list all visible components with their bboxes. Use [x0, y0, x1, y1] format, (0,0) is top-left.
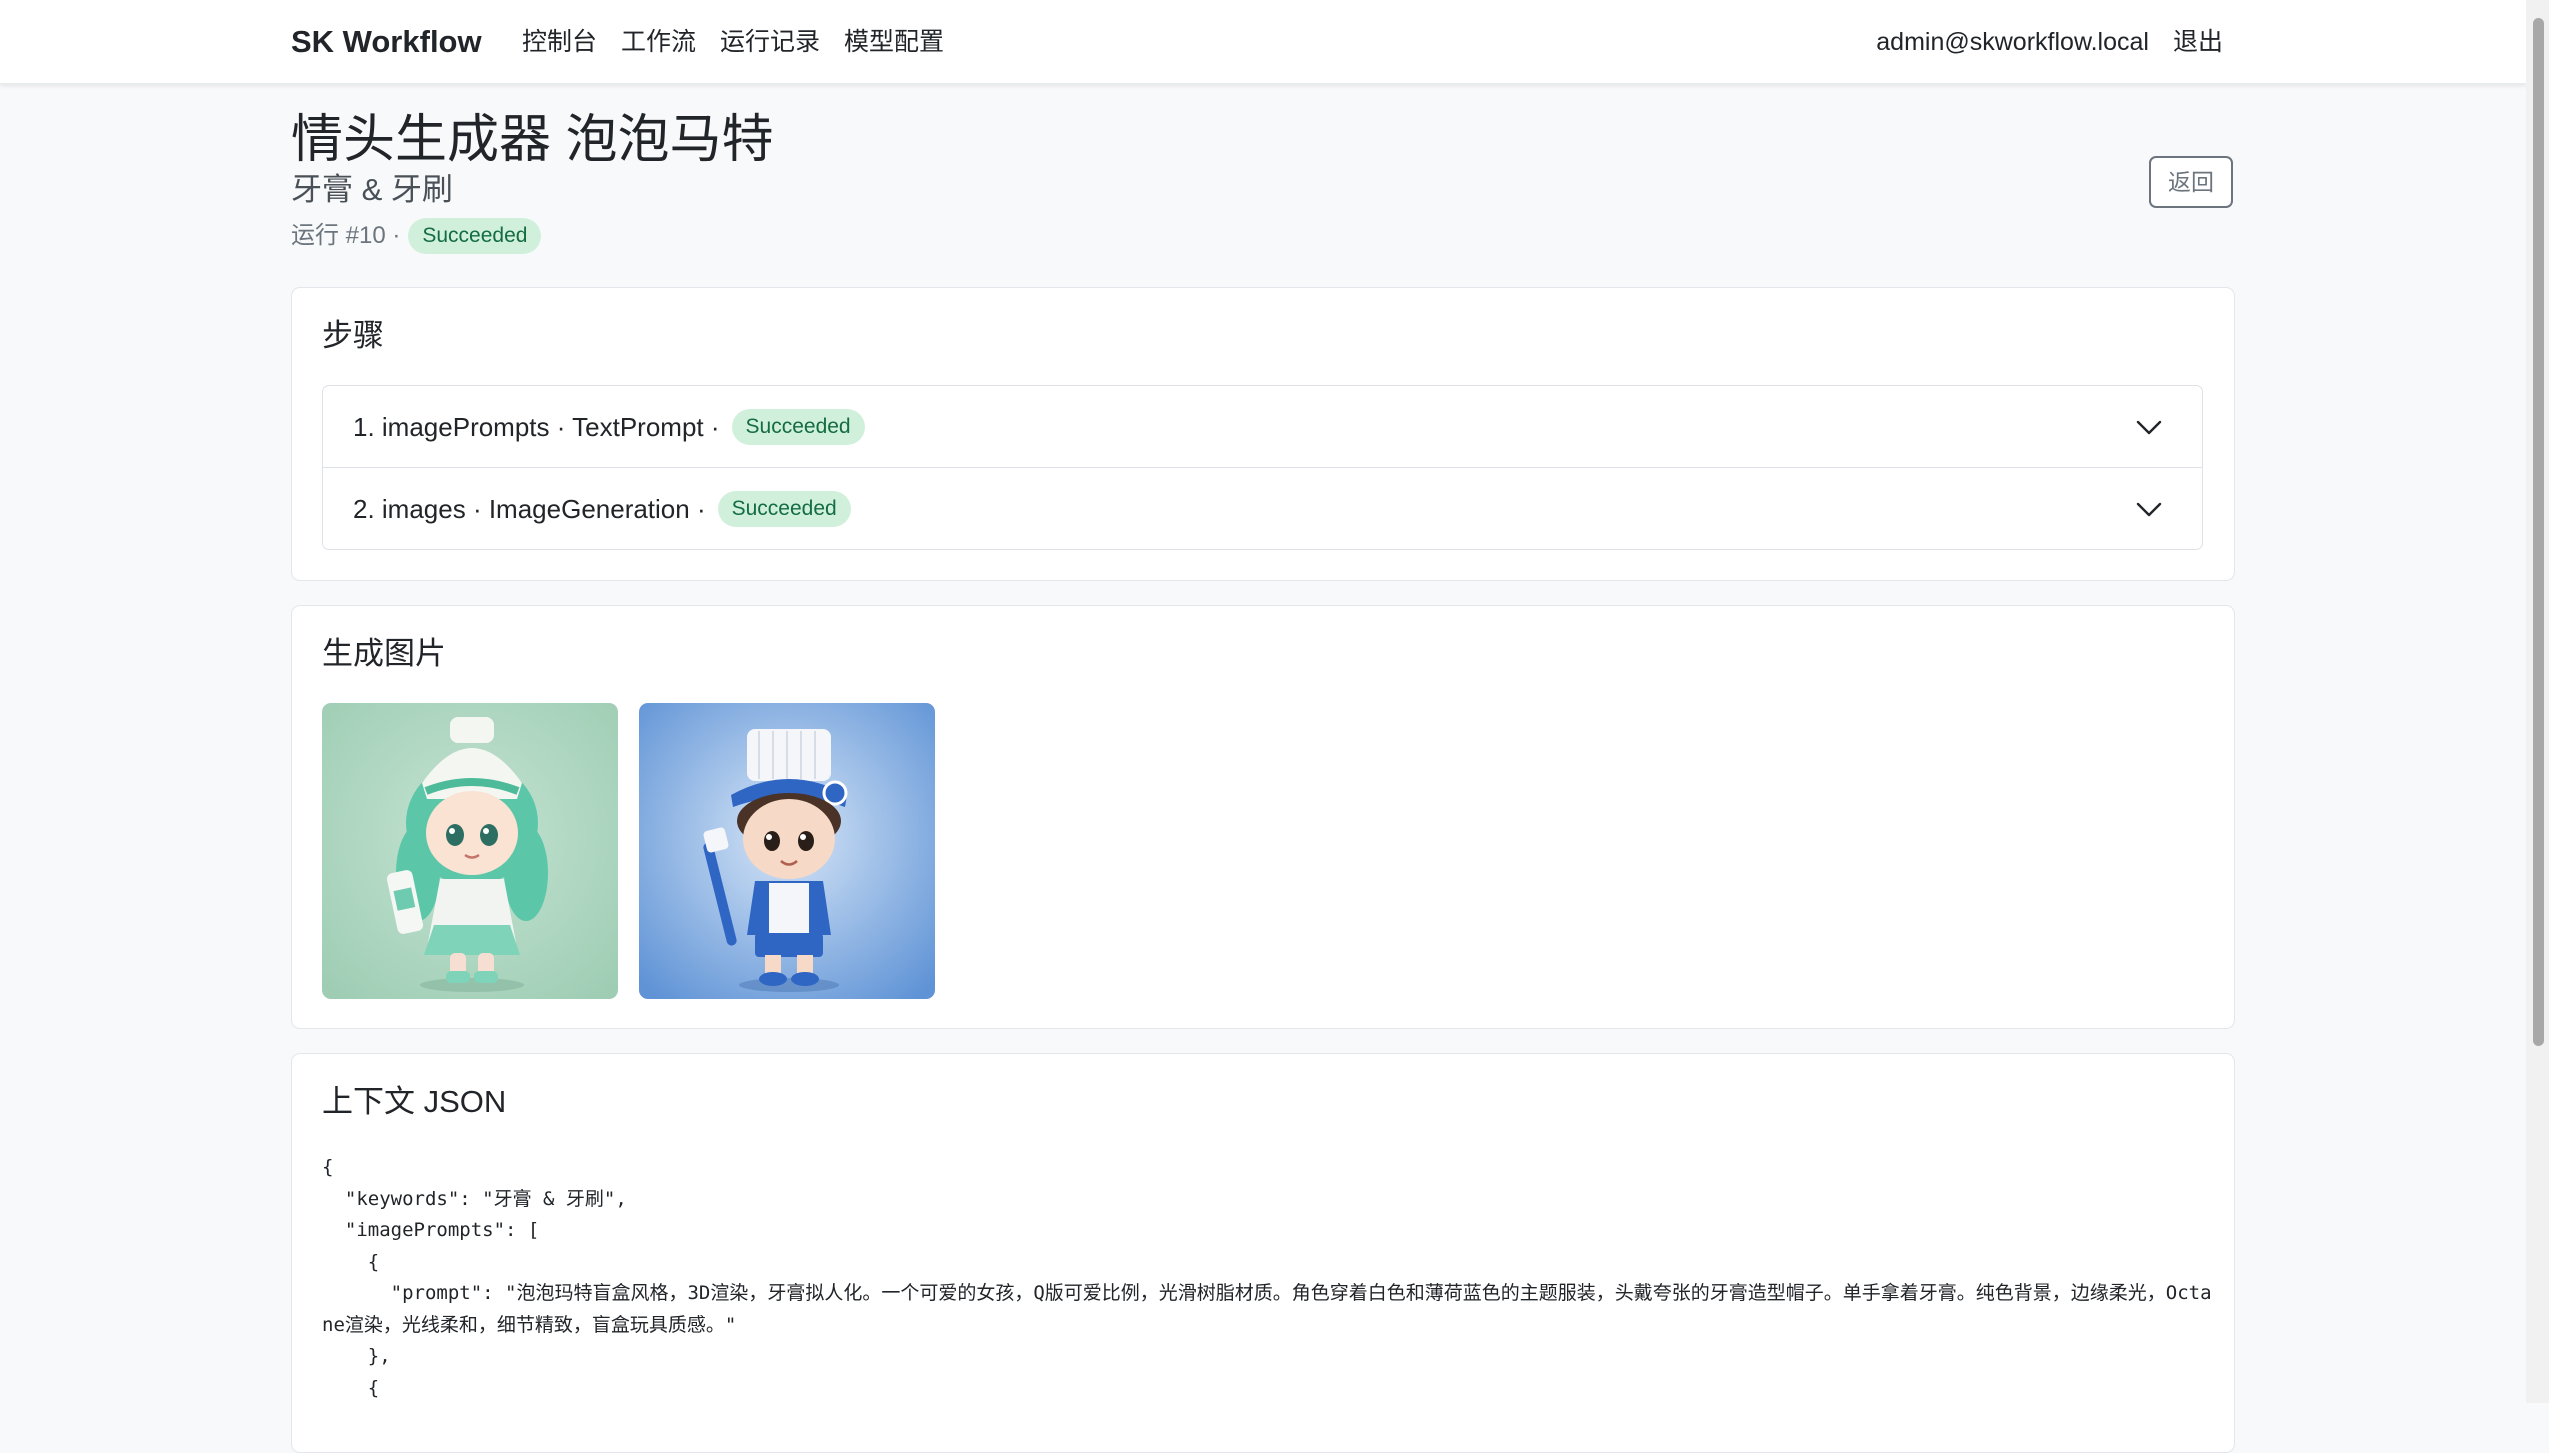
nav-link-workflows[interactable]: 工作流 — [621, 24, 696, 60]
step-label: 1. imagePrompts · TextPrompt · — [353, 411, 720, 442]
generated-images-card: 生成图片 — [291, 605, 2235, 1029]
page-subtitle: 牙膏 & 牙刷 — [291, 172, 453, 207]
scrollbar-thumb[interactable] — [2533, 18, 2544, 1046]
steps-card: 步骤 1. imagePrompts · TextPrompt · Succee… — [291, 287, 2235, 581]
step-status-badge: Succeeded — [731, 408, 865, 445]
page-scrollbar[interactable] — [2526, 0, 2549, 1403]
run-meta: 运行 #10 · Succeeded — [291, 218, 542, 254]
top-navbar: SK Workflow 控制台 工作流 运行记录 模型配置 admin@skwo… — [0, 0, 2526, 84]
user-area: admin@skworkflow.local 退出 — [1876, 24, 2223, 60]
status-badge: Succeeded — [408, 218, 542, 254]
steps-accordion: 1. imagePrompts · TextPrompt · Succeeded… — [322, 385, 2203, 550]
step-label: 2. images · ImageGeneration · — [353, 494, 706, 524]
nav-link-model-config[interactable]: 模型配置 — [844, 24, 944, 60]
logout-link[interactable]: 退出 — [2173, 24, 2223, 60]
step-status-badge: Succeeded — [717, 491, 851, 527]
images-title: 生成图片 — [322, 636, 446, 671]
run-number: 运行 #10 · — [291, 222, 401, 249]
steps-title: 步骤 — [322, 318, 384, 353]
context-json-card: 上下文 JSON { "keywords": "牙膏 & 牙刷", "image… — [291, 1053, 2235, 1453]
user-email: admin@skworkflow.local — [1876, 28, 2149, 56]
step-item-image-prompts[interactable]: 1. imagePrompts · TextPrompt · Succeeded — [323, 386, 2202, 468]
generated-image-toothpaste-girl[interactable] — [322, 703, 618, 999]
nav-links: 控制台 工作流 运行记录 模型配置 — [522, 24, 944, 60]
page-title: 情头生成器 泡泡马特 — [291, 111, 774, 169]
nav-link-runs[interactable]: 运行记录 — [720, 24, 820, 60]
context-json-title: 上下文 JSON — [322, 1084, 507, 1119]
brand-logo[interactable]: SK Workflow — [291, 22, 482, 62]
step-item-images[interactable]: 2. images · ImageGeneration · Succeeded — [323, 468, 2202, 549]
generated-image-toothbrush-boy[interactable] — [639, 703, 935, 999]
chevron-down-icon — [2136, 420, 2162, 435]
chevron-down-icon — [2136, 502, 2162, 517]
context-json-code: { "keywords": "牙膏 & 牙刷", "imagePrompts":… — [322, 1156, 2212, 1399]
nav-link-dashboard[interactable]: 控制台 — [522, 24, 597, 60]
back-button[interactable]: 返回 — [2149, 156, 2233, 208]
